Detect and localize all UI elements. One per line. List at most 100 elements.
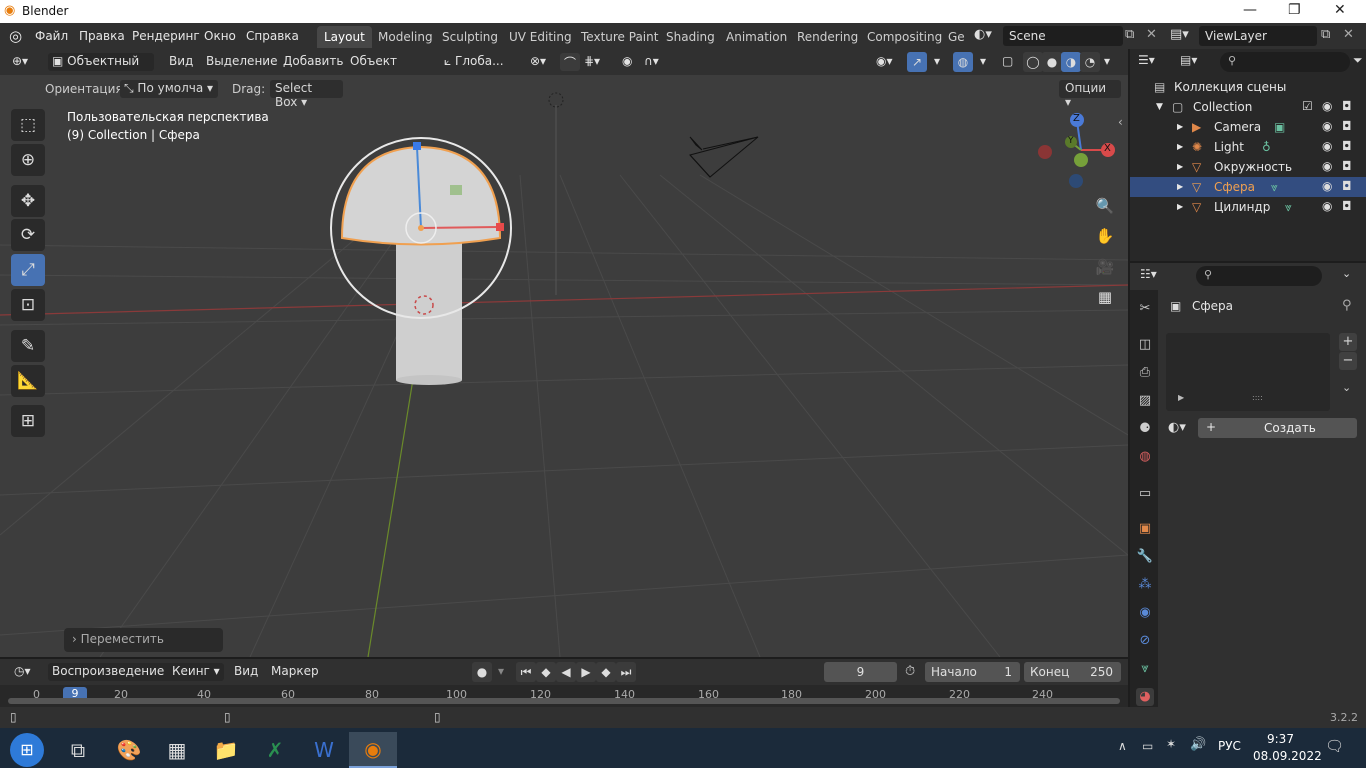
measure-tool-icon[interactable]: 📐 xyxy=(11,365,45,397)
visibility-dropdown-icon[interactable]: ◉▾ xyxy=(872,53,897,71)
falloff-icon[interactable]: ∩▾ xyxy=(640,53,663,71)
expand-arrow-icon[interactable]: ▶ xyxy=(1177,182,1183,191)
render-tab-icon[interactable]: ◫ xyxy=(1136,336,1154,354)
volume-icon[interactable]: 🔊 xyxy=(1190,737,1206,752)
scene-tab-icon[interactable]: ⚈ xyxy=(1136,420,1154,438)
material-tab-icon[interactable]: ◕ xyxy=(1136,688,1154,706)
shading-dropdown-icon[interactable]: ▾ xyxy=(1100,53,1114,71)
timeline-view-menu[interactable]: Вид xyxy=(230,663,262,681)
outliner-row-circle[interactable]: ▶ ▽ Окружность ◉ ◘ xyxy=(1130,157,1366,177)
expand-arrow-icon[interactable]: ▶ xyxy=(1178,393,1184,402)
transform-tool-icon[interactable]: ⊡ xyxy=(11,289,45,321)
new-view-layer-icon[interactable]: ⧉ xyxy=(1321,27,1330,42)
render-camera-icon[interactable]: ◘ xyxy=(1342,119,1352,133)
camera-object[interactable] xyxy=(689,136,759,178)
outliner-row-sphere[interactable]: ▶ ▽ Сфера ⩔ ◉ ◘ xyxy=(1130,177,1366,197)
cylinder-object[interactable] xyxy=(396,230,462,385)
xray-toggle-icon[interactable]: ▢ xyxy=(998,53,1017,71)
wireframe-shading-icon[interactable]: ◯ xyxy=(1023,52,1043,72)
gizmo-x-box[interactable] xyxy=(496,223,504,231)
playback-dropdown[interactable]: Воспроизведение ▾ xyxy=(48,663,179,681)
exclude-checkbox[interactable]: ☑ xyxy=(1302,99,1313,113)
tab-sculpting[interactable]: Sculpting xyxy=(435,26,505,48)
sidebar-toggle-icon[interactable]: ‹ xyxy=(1118,115,1123,129)
tab-texture-paint[interactable]: Texture Paint xyxy=(574,26,665,48)
jump-end-icon[interactable]: ⏭ xyxy=(616,662,636,682)
word-app-icon[interactable]: W xyxy=(300,732,348,768)
pivot-point-icon[interactable]: ⊗▾ xyxy=(526,53,550,71)
clock-date[interactable]: 08.09.2022 xyxy=(1253,749,1322,763)
select-box-tool-icon[interactable]: ⬚ xyxy=(11,109,45,141)
drag-dropdown[interactable]: Select Box ▾ xyxy=(270,80,343,109)
resize-handle[interactable]: :::: xyxy=(1252,393,1263,402)
expand-arrow-icon[interactable]: ▶ xyxy=(1177,202,1183,211)
delete-scene-icon[interactable]: ✕ xyxy=(1146,27,1157,42)
modifier-tab-icon[interactable]: 🔧 xyxy=(1136,548,1154,566)
pin-icon[interactable]: ⚲ xyxy=(1342,298,1352,313)
timeline-scrollbar[interactable] xyxy=(8,698,1120,704)
language-indicator[interactable]: РУС xyxy=(1218,739,1241,753)
end-frame-field[interactable]: Конец 250 xyxy=(1024,662,1121,682)
menu-file[interactable]: Файл xyxy=(35,29,68,43)
menu-edit[interactable]: Правка xyxy=(79,29,125,43)
add-slot-button[interactable]: + xyxy=(1339,333,1357,351)
start-frame-field[interactable]: Начало 1 xyxy=(925,662,1020,682)
solid-shading-icon[interactable]: ● xyxy=(1042,52,1062,72)
transform-orientation-dropdown[interactable]: ⟀ Глоба... xyxy=(440,53,518,71)
create-material-button[interactable]: + Создать xyxy=(1198,418,1357,438)
view-layer-field[interactable]: ViewLayer xyxy=(1199,26,1317,46)
start-button-icon[interactable]: ⊞ xyxy=(3,732,51,768)
output-tab-icon[interactable]: ⎙ xyxy=(1136,364,1154,382)
menu-window[interactable]: Окно xyxy=(204,29,236,43)
particles-tab-icon[interactable]: ⁂ xyxy=(1136,576,1154,594)
gizmo-toggle-icon[interactable]: ↗ xyxy=(907,52,927,72)
rotate-tool-icon[interactable]: ⟳ xyxy=(11,219,45,251)
gizmo-plane-handle[interactable] xyxy=(450,185,462,195)
camera-data-icon[interactable]: ▣ xyxy=(1274,120,1285,134)
outliner-row-light[interactable]: ▶ ✺ Light ♁ ◉ ◘ xyxy=(1130,137,1366,157)
task-view-icon[interactable]: ⧉ xyxy=(54,732,102,768)
filter-icon[interactable]: ⏷ xyxy=(1353,53,1363,68)
eye-icon[interactable]: ◉ xyxy=(1322,199,1332,213)
collection-tab-icon[interactable]: ▭ xyxy=(1136,485,1154,503)
expand-arrow-icon[interactable]: ▶ xyxy=(1177,122,1183,131)
auto-keying-icon[interactable]: ● xyxy=(472,662,492,682)
minimize-button[interactable]: — xyxy=(1243,2,1257,18)
tab-compositing[interactable]: Compositing xyxy=(860,26,949,48)
eye-icon[interactable]: ◉ xyxy=(1322,139,1332,153)
tab-shading[interactable]: Shading xyxy=(659,26,722,48)
battery-icon[interactable]: ▭ xyxy=(1142,739,1153,753)
excel-app-icon[interactable]: ✗ xyxy=(251,732,299,768)
new-scene-icon[interactable]: ⧉ xyxy=(1125,27,1134,42)
scene-icon[interactable]: ◐▾ xyxy=(974,27,992,42)
menu-add[interactable]: Добавить xyxy=(279,53,347,71)
mode-dropdown[interactable]: ▣ Объектный ... xyxy=(48,53,154,82)
blender-app-icon[interactable]: ◉ xyxy=(349,732,397,768)
tab-uv-editing[interactable]: UV Editing xyxy=(502,26,579,48)
tool-tab-icon[interactable]: ✂ xyxy=(1136,300,1154,318)
eye-icon[interactable]: ◉ xyxy=(1322,119,1332,133)
material-shading-icon[interactable]: ◑ xyxy=(1061,52,1081,72)
zoom-icon[interactable]: 🔍 xyxy=(1091,192,1119,220)
delete-view-layer-icon[interactable]: ✕ xyxy=(1343,27,1354,42)
calculator-app-icon[interactable]: ▦ xyxy=(153,732,201,768)
object-tab-icon[interactable]: ▣ xyxy=(1136,520,1154,538)
menu-help[interactable]: Справка xyxy=(246,29,299,43)
world-tab-icon[interactable]: ◍ xyxy=(1136,448,1154,466)
tab-geometry-nodes[interactable]: Ge xyxy=(941,26,972,48)
light-data-icon[interactable]: ♁ xyxy=(1262,140,1271,154)
remove-slot-button[interactable]: − xyxy=(1339,352,1357,370)
render-camera-icon[interactable]: ◘ xyxy=(1342,139,1352,153)
next-keyframe-icon[interactable]: ◆ xyxy=(596,662,616,682)
paint-app-icon[interactable]: 🎨 xyxy=(105,732,153,768)
options-dropdown[interactable]: Опции ▾ xyxy=(1059,80,1121,109)
properties-options-icon[interactable]: ⌄ xyxy=(1342,267,1351,280)
outliner-search-input[interactable]: ⚲ xyxy=(1220,52,1350,72)
tab-animation[interactable]: Animation xyxy=(719,26,794,48)
perspective-grid-icon[interactable]: ▦ xyxy=(1091,283,1119,311)
outliner-row-camera[interactable]: ▶ ▶ Camera ▣ ◉ ◘ xyxy=(1130,117,1366,137)
light-object[interactable] xyxy=(548,92,564,108)
file-explorer-icon[interactable]: 📁 xyxy=(202,732,250,768)
menu-render[interactable]: Рендеринг xyxy=(132,29,200,43)
overlay-toggle-icon[interactable]: ◍ xyxy=(953,52,973,72)
